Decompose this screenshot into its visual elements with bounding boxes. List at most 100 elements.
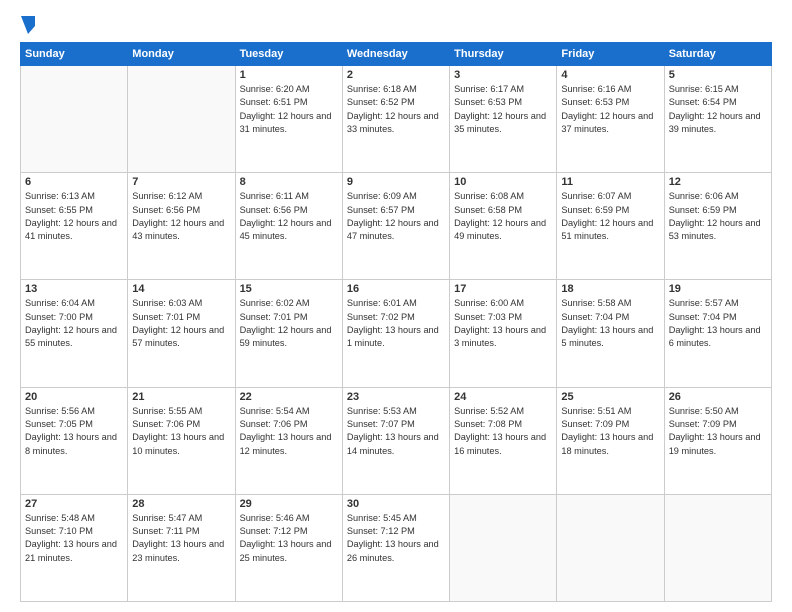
sun-info: Sunrise: 6:09 AMSunset: 6:57 PMDaylight:… xyxy=(347,190,445,243)
day-number: 8 xyxy=(240,176,338,188)
day-number: 25 xyxy=(561,391,659,403)
calendar-body: 1Sunrise: 6:20 AMSunset: 6:51 PMDaylight… xyxy=(21,66,772,602)
sun-info: Sunrise: 5:53 AMSunset: 7:07 PMDaylight:… xyxy=(347,405,445,458)
sun-info: Sunrise: 5:54 AMSunset: 7:06 PMDaylight:… xyxy=(240,405,338,458)
day-number: 18 xyxy=(561,283,659,295)
day-number: 20 xyxy=(25,391,123,403)
sun-info: Sunrise: 6:17 AMSunset: 6:53 PMDaylight:… xyxy=(454,83,552,136)
day-number: 14 xyxy=(132,283,230,295)
sun-info: Sunrise: 6:12 AMSunset: 6:56 PMDaylight:… xyxy=(132,190,230,243)
calendar-cell: 10 Sunrise: 6:08 AMSunset: 6:58 PMDayligh… xyxy=(450,173,557,280)
weekday-header: Friday xyxy=(557,43,664,66)
calendar-cell: 27 Sunrise: 5:48 AMSunset: 7:10 PMDayligh… xyxy=(21,494,128,601)
calendar-cell xyxy=(450,494,557,601)
calendar-cell: 4 Sunrise: 6:16 AMSunset: 6:53 PMDaylight… xyxy=(557,66,664,173)
sun-info: Sunrise: 6:13 AMSunset: 6:55 PMDaylight:… xyxy=(25,190,123,243)
sun-info: Sunrise: 6:07 AMSunset: 6:59 PMDaylight:… xyxy=(561,190,659,243)
calendar-cell: 18 Sunrise: 5:58 AMSunset: 7:04 PMDayligh… xyxy=(557,280,664,387)
sun-info: Sunrise: 5:56 AMSunset: 7:05 PMDaylight:… xyxy=(25,405,123,458)
day-number: 4 xyxy=(561,69,659,81)
sun-info: Sunrise: 6:20 AMSunset: 6:51 PMDaylight:… xyxy=(240,83,338,136)
day-number: 10 xyxy=(454,176,552,188)
sun-info: Sunrise: 5:57 AMSunset: 7:04 PMDaylight:… xyxy=(669,297,767,350)
weekday-header: Sunday xyxy=(21,43,128,66)
sun-info: Sunrise: 5:46 AMSunset: 7:12 PMDaylight:… xyxy=(240,512,338,565)
logo xyxy=(20,16,37,34)
calendar-cell: 1Sunrise: 6:20 AMSunset: 6:51 PMDaylight… xyxy=(235,66,342,173)
calendar-cell xyxy=(664,494,771,601)
sun-info: Sunrise: 6:08 AMSunset: 6:58 PMDaylight:… xyxy=(454,190,552,243)
sun-info: Sunrise: 5:50 AMSunset: 7:09 PMDaylight:… xyxy=(669,405,767,458)
day-number: 22 xyxy=(240,391,338,403)
weekday-header: Wednesday xyxy=(342,43,449,66)
calendar-cell: 12 Sunrise: 6:06 AMSunset: 6:59 PMDayligh… xyxy=(664,173,771,280)
sun-info: Sunrise: 5:52 AMSunset: 7:08 PMDaylight:… xyxy=(454,405,552,458)
calendar-cell: 20 Sunrise: 5:56 AMSunset: 7:05 PMDayligh… xyxy=(21,387,128,494)
day-number: 9 xyxy=(347,176,445,188)
day-number: 19 xyxy=(669,283,767,295)
sun-info: Sunrise: 6:03 AMSunset: 7:01 PMDaylight:… xyxy=(132,297,230,350)
calendar-cell: 14 Sunrise: 6:03 AMSunset: 7:01 PMDayligh… xyxy=(128,280,235,387)
day-number: 30 xyxy=(347,498,445,510)
calendar-cell: 11Sunrise: 6:07 AMSunset: 6:59 PMDayligh… xyxy=(557,173,664,280)
calendar-cell: 6Sunrise: 6:13 AMSunset: 6:55 PMDaylight… xyxy=(21,173,128,280)
sun-info: Sunrise: 6:06 AMSunset: 6:59 PMDaylight:… xyxy=(669,190,767,243)
calendar-cell: 3 Sunrise: 6:17 AMSunset: 6:53 PMDaylight… xyxy=(450,66,557,173)
sun-info: Sunrise: 6:02 AMSunset: 7:01 PMDaylight:… xyxy=(240,297,338,350)
calendar-cell: 28 Sunrise: 5:47 AMSunset: 7:11 PMDayligh… xyxy=(128,494,235,601)
day-number: 27 xyxy=(25,498,123,510)
calendar-table: SundayMondayTuesdayWednesdayThursdayFrid… xyxy=(20,42,772,602)
day-number: 2 xyxy=(347,69,445,81)
sun-info: Sunrise: 5:55 AMSunset: 7:06 PMDaylight:… xyxy=(132,405,230,458)
calendar-cell: 30 Sunrise: 5:45 AMSunset: 7:12 PMDayligh… xyxy=(342,494,449,601)
weekday-header: Monday xyxy=(128,43,235,66)
sun-info: Sunrise: 5:58 AMSunset: 7:04 PMDaylight:… xyxy=(561,297,659,350)
page: SundayMondayTuesdayWednesdayThursdayFrid… xyxy=(0,0,792,612)
sun-info: Sunrise: 6:15 AMSunset: 6:54 PMDaylight:… xyxy=(669,83,767,136)
header xyxy=(20,16,772,34)
calendar-cell: 2 Sunrise: 6:18 AMSunset: 6:52 PMDaylight… xyxy=(342,66,449,173)
calendar-cell: 22 Sunrise: 5:54 AMSunset: 7:06 PMDayligh… xyxy=(235,387,342,494)
sun-info: Sunrise: 6:16 AMSunset: 6:53 PMDaylight:… xyxy=(561,83,659,136)
calendar-cell: 13 Sunrise: 6:04 AMSunset: 7:00 PMDayligh… xyxy=(21,280,128,387)
calendar-cell xyxy=(128,66,235,173)
day-number: 21 xyxy=(132,391,230,403)
day-number: 12 xyxy=(669,176,767,188)
calendar-week-row: 27 Sunrise: 5:48 AMSunset: 7:10 PMDayligh… xyxy=(21,494,772,601)
sun-info: Sunrise: 6:00 AMSunset: 7:03 PMDaylight:… xyxy=(454,297,552,350)
sun-info: Sunrise: 6:01 AMSunset: 7:02 PMDaylight:… xyxy=(347,297,445,350)
calendar-cell: 21 Sunrise: 5:55 AMSunset: 7:06 PMDayligh… xyxy=(128,387,235,494)
day-number: 17 xyxy=(454,283,552,295)
day-number: 23 xyxy=(347,391,445,403)
logo-text xyxy=(20,16,37,34)
calendar-cell: 19 Sunrise: 5:57 AMSunset: 7:04 PMDayligh… xyxy=(664,280,771,387)
day-number: 13 xyxy=(25,283,123,295)
sun-info: Sunrise: 5:47 AMSunset: 7:11 PMDaylight:… xyxy=(132,512,230,565)
sun-info: Sunrise: 5:48 AMSunset: 7:10 PMDaylight:… xyxy=(25,512,123,565)
calendar-cell xyxy=(21,66,128,173)
sun-info: Sunrise: 5:45 AMSunset: 7:12 PMDaylight:… xyxy=(347,512,445,565)
calendar-cell: 24 Sunrise: 5:52 AMSunset: 7:08 PMDayligh… xyxy=(450,387,557,494)
day-number: 5 xyxy=(669,69,767,81)
day-number: 7 xyxy=(132,176,230,188)
calendar-cell: 26Sunrise: 5:50 AMSunset: 7:09 PMDayligh… xyxy=(664,387,771,494)
calendar-week-row: 1Sunrise: 6:20 AMSunset: 6:51 PMDaylight… xyxy=(21,66,772,173)
calendar-cell: 7 Sunrise: 6:12 AMSunset: 6:56 PMDaylight… xyxy=(128,173,235,280)
calendar-week-row: 6Sunrise: 6:13 AMSunset: 6:55 PMDaylight… xyxy=(21,173,772,280)
sun-info: Sunrise: 5:51 AMSunset: 7:09 PMDaylight:… xyxy=(561,405,659,458)
sun-info: Sunrise: 6:18 AMSunset: 6:52 PMDaylight:… xyxy=(347,83,445,136)
calendar-cell: 9 Sunrise: 6:09 AMSunset: 6:57 PMDaylight… xyxy=(342,173,449,280)
day-number: 3 xyxy=(454,69,552,81)
day-number: 28 xyxy=(132,498,230,510)
weekday-header: Saturday xyxy=(664,43,771,66)
day-number: 15 xyxy=(240,283,338,295)
calendar-cell: 15 Sunrise: 6:02 AMSunset: 7:01 PMDayligh… xyxy=(235,280,342,387)
calendar-cell: 5 Sunrise: 6:15 AMSunset: 6:54 PMDaylight… xyxy=(664,66,771,173)
day-number: 24 xyxy=(454,391,552,403)
calendar-cell: 8 Sunrise: 6:11 AMSunset: 6:56 PMDaylight… xyxy=(235,173,342,280)
calendar-cell: 16Sunrise: 6:01 AMSunset: 7:02 PMDayligh… xyxy=(342,280,449,387)
sun-info: Sunrise: 6:11 AMSunset: 6:56 PMDaylight:… xyxy=(240,190,338,243)
calendar-cell xyxy=(557,494,664,601)
sun-info: Sunrise: 6:04 AMSunset: 7:00 PMDaylight:… xyxy=(25,297,123,350)
calendar-header-row: SundayMondayTuesdayWednesdayThursdayFrid… xyxy=(21,43,772,66)
